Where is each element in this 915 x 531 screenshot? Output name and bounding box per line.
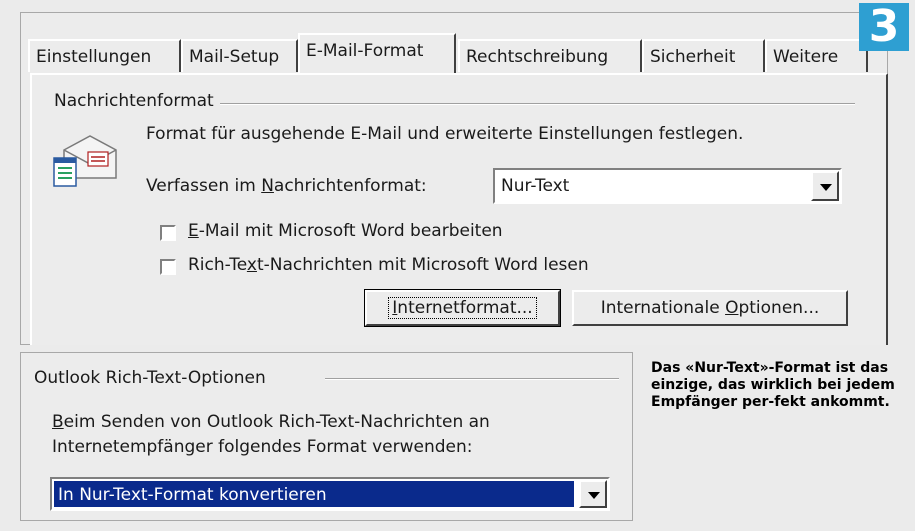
- richtext-word-read-label: Rich-Text-Nachrichten mit Microsoft Word…: [188, 255, 589, 275]
- message-format-description: Format für ausgehende E-Mail und erweite…: [146, 124, 744, 144]
- step-number-badge: 3: [859, 3, 909, 51]
- word-edit-label: E-Mail mit Microsoft Word bearbeiten: [188, 221, 503, 241]
- dropdown-button[interactable]: [579, 480, 607, 508]
- tab-email-format[interactable]: E-Mail-Format: [298, 33, 456, 73]
- tab-einstellungen[interactable]: Einstellungen: [28, 39, 181, 72]
- rich-text-description-line1: Beim Senden von Outlook Rich-Text-Nachri…: [52, 412, 490, 432]
- international-options-button[interactable]: Internationale Optionen...: [572, 290, 848, 326]
- tab-sicherheit[interactable]: Sicherheit: [642, 39, 765, 72]
- word-edit-checkbox[interactable]: [160, 225, 176, 241]
- message-format-icon: [50, 132, 128, 192]
- caption-text: Das «Nur-Text»-Format ist das einzige, d…: [651, 360, 895, 410]
- dropdown-button[interactable]: [811, 171, 839, 201]
- message-format-group-title: Nachrichtenformat: [54, 91, 220, 111]
- tab-rechtschreibung[interactable]: Rechtschreibung: [458, 39, 642, 72]
- rich-text-description-line2: Internetempfänger folgendes Format verwe…: [52, 437, 473, 457]
- compose-format-label: Verfassen im Nachrichtenformat:: [146, 176, 427, 196]
- internet-format-button[interactable]: Internetformat...: [364, 289, 561, 327]
- tab-weitere[interactable]: Weitere: [765, 39, 868, 72]
- compose-format-value: Nur-Text: [501, 176, 570, 196]
- rich-text-conversion-value: In Nur-Text-Format konvertieren: [54, 481, 574, 507]
- group-divider: [325, 378, 619, 380]
- tab-mail-setup[interactable]: Mail-Setup: [181, 39, 298, 72]
- chevron-down-icon: [820, 184, 832, 191]
- rich-text-options-title: Outlook Rich-Text-Optionen: [34, 368, 272, 388]
- richtext-word-read-checkbox[interactable]: [160, 259, 176, 275]
- compose-format-select[interactable]: Nur-Text: [493, 168, 842, 204]
- rich-text-conversion-select[interactable]: In Nur-Text-Format konvertieren: [50, 477, 610, 511]
- chevron-down-icon: [588, 492, 600, 499]
